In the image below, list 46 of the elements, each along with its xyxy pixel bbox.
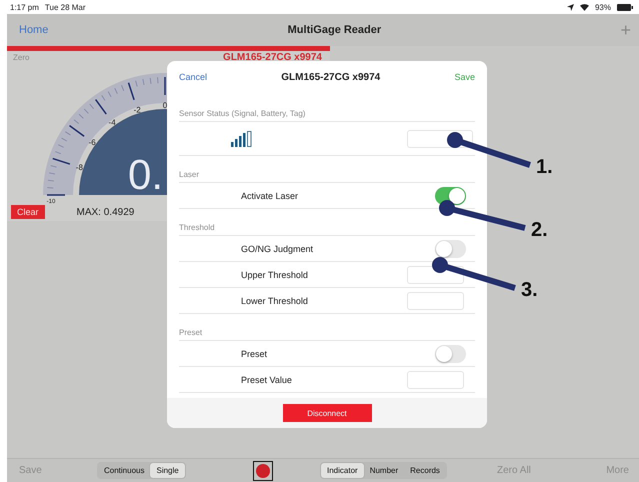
setting-label: Activate Laser xyxy=(241,190,300,200)
battery-icon xyxy=(617,4,633,10)
section-header: Sensor Status (Signal, Battery, Tag) xyxy=(179,93,475,122)
gauge-reading: 0. xyxy=(128,151,163,198)
cancel-button[interactable]: Cancel xyxy=(179,72,208,82)
toggle-switch[interactable] xyxy=(435,344,466,362)
signal-battery-icon xyxy=(231,130,253,146)
max-reading: MAX: 0.4929 xyxy=(76,206,134,218)
toggle-switch[interactable] xyxy=(435,186,466,204)
setting-label: Lower Threshold xyxy=(241,296,309,306)
battery-percent: 93% xyxy=(594,2,611,12)
setting-label: Preset xyxy=(241,348,268,358)
mode-tab[interactable]: Single xyxy=(150,463,185,478)
dialog-title: GLM165-27CG x9974 xyxy=(281,72,380,82)
status-date: Tue 28 Mar xyxy=(44,2,86,12)
callout-number: 1. xyxy=(536,156,553,178)
setting-label: Upper Threshold xyxy=(241,270,309,280)
setting-label: GO/NG Judgment xyxy=(241,244,314,254)
value-field[interactable] xyxy=(407,292,464,310)
clear-button[interactable]: Clear xyxy=(11,205,45,219)
app-title: MultiGage Reader xyxy=(288,24,382,36)
tick-label: 0 xyxy=(162,101,168,110)
view-tab[interactable]: Number xyxy=(364,463,404,478)
tick-label: -6 xyxy=(88,138,96,148)
tick-label: -8 xyxy=(76,163,83,172)
section-header: Laser xyxy=(179,156,475,183)
status-time: 1:17 pm xyxy=(10,2,39,12)
view-tab[interactable]: Records xyxy=(404,463,446,478)
device-name: GLM165-27CG x9974 xyxy=(223,52,322,63)
tick-label: -4 xyxy=(108,118,116,128)
mode-tab[interactable]: Continuous xyxy=(98,463,150,478)
setting-label: Preset Value xyxy=(241,374,293,384)
record-button[interactable] xyxy=(253,460,273,480)
callout-number: 3. xyxy=(521,279,538,301)
save-button[interactable]: Save xyxy=(454,72,475,82)
disconnect-button[interactable]: Disconnect xyxy=(282,404,372,422)
toggle-switch[interactable] xyxy=(435,240,466,258)
tick-label: -2 xyxy=(134,105,141,114)
wifi-icon xyxy=(580,4,589,10)
view-tab[interactable]: Indicator xyxy=(321,463,364,478)
value-field[interactable] xyxy=(407,370,464,388)
callout-number: 2. xyxy=(531,219,548,241)
home-link[interactable]: Home xyxy=(19,24,48,36)
location-icon xyxy=(566,4,574,10)
zero-label: Zero xyxy=(13,53,30,62)
section-header: Preset xyxy=(179,314,475,341)
